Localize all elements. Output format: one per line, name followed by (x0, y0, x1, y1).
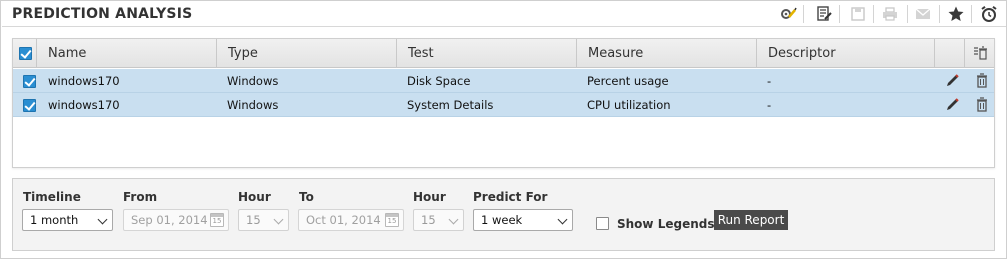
prediction-analysis-panel: PREDICTION ANALYSIS Name Type Test Measu… (0, 0, 1007, 259)
show-legends-checkbox[interactable] (596, 217, 609, 230)
column-header-delete (965, 39, 994, 68)
select-all-checkbox[interactable] (19, 47, 32, 60)
to-hour-select: 15 (413, 209, 464, 231)
column-header-test[interactable]: Test (397, 39, 577, 68)
chevron-down-icon (273, 214, 284, 225)
column-header-edit (935, 39, 965, 68)
column-header-type[interactable]: Type (217, 39, 397, 68)
chevron-down-icon (97, 214, 108, 225)
from-hour-label: Hour (238, 190, 271, 204)
row-name: windows170 (48, 98, 120, 112)
favorite-star-icon[interactable] (945, 3, 967, 25)
from-date-value: Sep 01, 2014 (131, 213, 208, 227)
to-date-value: Oct 01, 2014 (306, 213, 381, 227)
from-hour-select: 15 (238, 209, 289, 231)
row-descriptor: - (767, 98, 772, 112)
row-test: Disk Space (407, 74, 471, 88)
column-header-descriptor[interactable]: Descriptor (757, 39, 935, 68)
email-icon[interactable] (912, 3, 934, 25)
to-hour-label: Hour (413, 190, 446, 204)
row-descriptor: - (767, 74, 772, 88)
calendar-icon: 15 (210, 213, 224, 227)
predict-for-value: 1 week (481, 213, 523, 227)
timeline-label: Timeline (23, 190, 81, 204)
to-label: To (299, 190, 314, 204)
edit-report-icon[interactable] (813, 3, 835, 25)
alarm-clock-icon[interactable] (978, 3, 1000, 25)
report-options: Timeline 1 month From Sep 01, 2014 15 Ho… (12, 178, 995, 251)
table-row[interactable]: windows170 Windows System Details CPU ut… (13, 93, 994, 117)
row-type: Windows (227, 74, 279, 88)
chevron-down-icon (557, 214, 568, 225)
calendar-icon: 15 (385, 213, 399, 227)
table-header: Name Type Test Measure Descriptor (13, 39, 994, 68)
row-measure: Percent usage (587, 74, 669, 88)
timeline-select[interactable]: 1 month (22, 209, 113, 231)
page-title: PREDICTION ANALYSIS (12, 6, 193, 22)
timeline-value: 1 month (30, 213, 79, 227)
row-measure: CPU utilization (587, 98, 671, 112)
print-icon[interactable] (879, 3, 901, 25)
delete-trash-icon[interactable] (974, 72, 990, 89)
select-all-cell (13, 39, 37, 68)
to-date-field: Oct 01, 2014 15 (298, 209, 404, 231)
show-legends-label: Show Legends (617, 217, 715, 231)
delete-trash-icon[interactable] (974, 96, 990, 113)
predict-for-label: Predict For (473, 190, 548, 204)
from-label: From (123, 190, 158, 204)
row-checkbox[interactable] (23, 99, 36, 112)
from-hour-value: 15 (246, 213, 261, 227)
predict-for-select[interactable]: 1 week (473, 209, 573, 231)
chevron-down-icon (448, 214, 459, 225)
configure-icon[interactable] (777, 3, 799, 25)
measures-table: Name Type Test Measure Descriptor window… (12, 38, 995, 168)
save-icon[interactable] (847, 3, 869, 25)
run-report-button[interactable]: Run Report (714, 210, 788, 230)
row-checkbox[interactable] (23, 75, 36, 88)
to-hour-value: 15 (421, 213, 436, 227)
panel-header: PREDICTION ANALYSIS (2, 1, 1006, 27)
row-test: System Details (407, 98, 494, 112)
column-header-measure[interactable]: Measure (577, 39, 757, 68)
table-row[interactable]: windows170 Windows Disk Space Percent us… (13, 69, 994, 93)
edit-pencil-icon[interactable] (944, 72, 960, 89)
from-date-field: Sep 01, 2014 15 (123, 209, 229, 231)
row-name: windows170 (48, 74, 120, 88)
row-type: Windows (227, 98, 279, 112)
delete-all-icon[interactable] (973, 46, 987, 60)
column-header-name[interactable]: Name (37, 39, 217, 68)
edit-pencil-icon[interactable] (944, 96, 960, 113)
